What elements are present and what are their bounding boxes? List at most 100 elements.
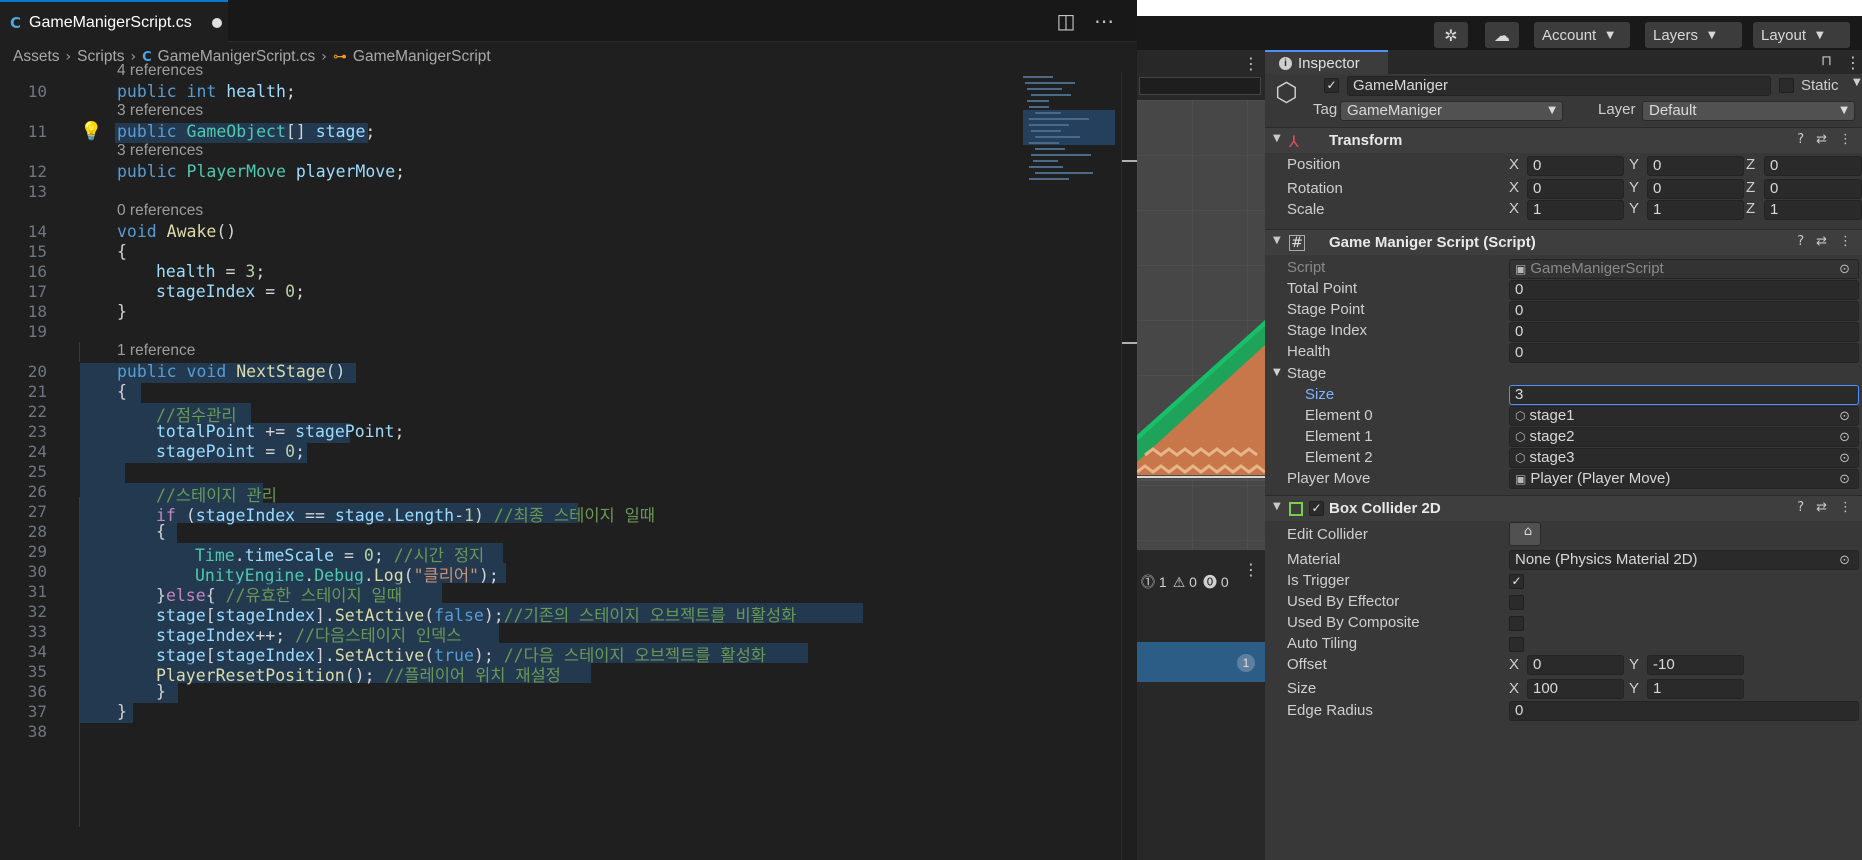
- codelens-references[interactable]: 4 references: [117, 62, 203, 80]
- component-menu-icon[interactable]: ⋮: [1839, 234, 1852, 249]
- breadcrumb-class[interactable]: GameManigerScript: [353, 48, 491, 66]
- preset-icon[interactable]: ⇄: [1816, 500, 1827, 515]
- auto-tiling-checkbox[interactable]: [1509, 637, 1524, 652]
- foldout-icon[interactable]: ▼: [1273, 367, 1281, 378]
- warning-count-toggle[interactable]: ⚠ 0: [1173, 574, 1197, 591]
- z-axis-label[interactable]: Z: [1746, 156, 1755, 173]
- account-dropdown[interactable]: Account ▼: [1534, 22, 1630, 48]
- transform-header[interactable]: ▼ ⅄ Transform ? ⇄ ⋮: [1265, 127, 1862, 153]
- component-enabled-checkbox[interactable]: ✓: [1309, 501, 1324, 516]
- cloud-icon[interactable]: ☁: [1485, 22, 1519, 48]
- lock-icon[interactable]: ⊓: [1821, 53, 1832, 69]
- script-field[interactable]: ▣ GameManigerScript ⊙: [1509, 259, 1859, 279]
- component-menu-icon[interactable]: ⋮: [1839, 500, 1852, 515]
- code-line[interactable]: PlayerResetPosition(); //플레이어 위치 재설정: [156, 662, 561, 686]
- foldout-icon[interactable]: ▼: [1273, 133, 1281, 144]
- breadcrumb-assets[interactable]: Assets: [13, 48, 60, 66]
- error-count-toggle[interactable]: ⓵ 1: [1141, 572, 1167, 592]
- y-axis-label[interactable]: Y: [1629, 656, 1639, 673]
- rotation-x-field[interactable]: 0: [1527, 179, 1624, 199]
- preset-icon[interactable]: ⇄: [1816, 234, 1827, 249]
- stage-element-field[interactable]: ⬡ stage1 ⊙: [1509, 406, 1859, 426]
- y-axis-label[interactable]: Y: [1629, 179, 1639, 196]
- total-point-field[interactable]: 0: [1509, 280, 1859, 300]
- panel-menu-icon[interactable]: ⋮: [1243, 54, 1259, 73]
- tab-inspector[interactable]: i Inspector: [1265, 50, 1388, 74]
- foldout-icon[interactable]: ▼: [1273, 235, 1281, 246]
- object-picker-icon[interactable]: ⊙: [1839, 471, 1850, 488]
- edge-radius-field[interactable]: 0: [1509, 701, 1859, 721]
- minimap-viewport[interactable]: [1023, 110, 1115, 145]
- caret-down-icon[interactable]: ▼: [1853, 77, 1861, 88]
- help-icon[interactable]: ?: [1797, 234, 1804, 249]
- code-line[interactable]: {: [117, 382, 127, 401]
- static-checkbox[interactable]: [1779, 78, 1794, 93]
- object-picker-icon[interactable]: ⊙: [1839, 552, 1850, 569]
- stage-index-field[interactable]: 0: [1509, 322, 1859, 342]
- x-axis-label[interactable]: X: [1509, 179, 1519, 196]
- object-picker-icon[interactable]: ⊙: [1839, 261, 1850, 278]
- code-line[interactable]: public int health;: [117, 82, 306, 101]
- lightbulb-icon[interactable]: 💡: [80, 121, 102, 142]
- foldout-icon[interactable]: ▼: [1273, 501, 1281, 512]
- codelens-references[interactable]: 3 references: [117, 102, 203, 120]
- script-component-header[interactable]: ▼ # Game Maniger Script (Script) ? ⇄ ⋮: [1265, 229, 1862, 255]
- layers-dropdown[interactable]: Layers ▼: [1645, 22, 1742, 48]
- z-axis-label[interactable]: Z: [1746, 179, 1755, 196]
- editor-scrollbar[interactable]: [1121, 72, 1137, 860]
- offset-y-field[interactable]: -10: [1647, 655, 1744, 675]
- code-line[interactable]: health = 3;: [156, 262, 265, 281]
- y-axis-label[interactable]: Y: [1629, 156, 1639, 173]
- code-line[interactable]: stagePoint = 0;: [156, 442, 305, 461]
- object-picker-icon[interactable]: ⊙: [1839, 408, 1850, 425]
- stage-element-field[interactable]: ⬡ stage3 ⊙: [1509, 448, 1859, 468]
- code-line[interactable]: }: [117, 302, 127, 321]
- gameobject-cube-icon[interactable]: ⬡: [1275, 78, 1298, 108]
- tag-dropdown[interactable]: GameManiger ▼: [1340, 101, 1563, 121]
- scene-view[interactable]: [1137, 100, 1265, 550]
- x-axis-label[interactable]: X: [1509, 656, 1519, 673]
- position-y-field[interactable]: 0: [1647, 156, 1744, 176]
- code-line[interactable]: stageIndex = 0;: [156, 282, 305, 301]
- x-axis-label[interactable]: X: [1509, 200, 1519, 217]
- collider-size-x-field[interactable]: 100: [1527, 679, 1624, 699]
- code-line[interactable]: {: [117, 242, 127, 261]
- y-axis-label[interactable]: Y: [1629, 680, 1639, 697]
- code-line[interactable]: }: [117, 702, 127, 721]
- x-axis-label[interactable]: X: [1509, 156, 1519, 173]
- stage-element-field[interactable]: ⬡ stage2 ⊙: [1509, 427, 1859, 447]
- inspector-panel[interactable]: i Inspector ⊓ ⋮ ⬡ ✓ GameManiger Static ▼…: [1265, 50, 1862, 860]
- unsaved-dot-icon[interactable]: [211, 17, 222, 28]
- material-field[interactable]: None (Physics Material 2D) ⊙: [1509, 550, 1859, 570]
- preset-icon[interactable]: ⇄: [1816, 132, 1827, 147]
- y-axis-label[interactable]: Y: [1629, 200, 1639, 217]
- scale-z-field[interactable]: 1: [1764, 200, 1862, 220]
- code-line[interactable]: public void NextStage(): [117, 362, 346, 381]
- split-editor-icon[interactable]: ◫: [1052, 8, 1080, 34]
- rotation-y-field[interactable]: 0: [1647, 179, 1744, 199]
- code-line[interactable]: public PlayerMove playerMove;: [117, 162, 405, 181]
- player-move-field[interactable]: ▣ Player (Player Move) ⊙: [1509, 469, 1859, 489]
- object-name-field[interactable]: GameManiger: [1347, 76, 1771, 96]
- code-line[interactable]: {: [156, 522, 166, 541]
- layout-dropdown[interactable]: Layout ▼: [1753, 22, 1850, 48]
- minimap[interactable]: [1015, 72, 1121, 860]
- stage-point-field[interactable]: 0: [1509, 301, 1859, 321]
- help-icon[interactable]: ?: [1797, 500, 1804, 515]
- code-line[interactable]: void Awake(): [117, 222, 236, 241]
- editor-tab[interactable]: C GameManigerScript.cs: [0, 0, 228, 43]
- is-trigger-checkbox[interactable]: ✓: [1509, 574, 1524, 589]
- code-line[interactable]: }: [156, 682, 166, 701]
- rotation-z-field[interactable]: 0: [1764, 179, 1862, 199]
- object-picker-icon[interactable]: ⊙: [1839, 429, 1850, 446]
- health-field[interactable]: 0: [1509, 343, 1859, 363]
- used-by-effector-checkbox[interactable]: [1509, 595, 1524, 610]
- message-count-toggle[interactable]: ⓿ 0: [1203, 572, 1229, 592]
- static-label[interactable]: Static: [1801, 77, 1839, 94]
- code-line[interactable]: totalPoint += stagePoint;: [156, 422, 404, 441]
- position-z-field[interactable]: 0: [1764, 156, 1862, 176]
- code-line[interactable]: if (stageIndex == stage.Length-1) //최종 스…: [156, 502, 655, 526]
- component-menu-icon[interactable]: ⋮: [1839, 132, 1852, 147]
- z-axis-label[interactable]: Z: [1746, 200, 1755, 217]
- scene-search-input[interactable]: [1139, 77, 1261, 95]
